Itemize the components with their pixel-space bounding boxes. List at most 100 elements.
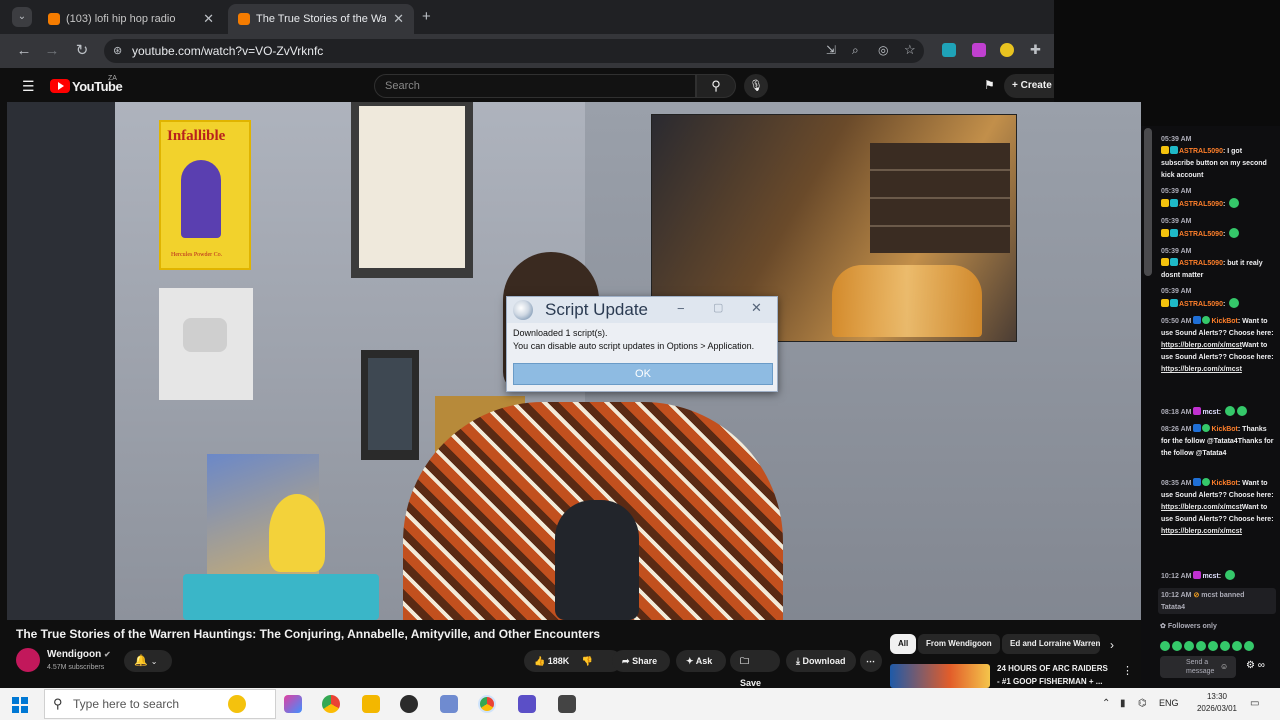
share-button[interactable]: ➦ Share (612, 650, 670, 672)
emote-bar[interactable] (1160, 636, 1276, 651)
chat-username[interactable]: KickBot (1211, 318, 1237, 325)
chat-settings-icon[interactable]: ⚙ ∞ (1246, 660, 1265, 671)
chat-username[interactable]: ASTRAL5090 (1179, 231, 1223, 238)
chat-username[interactable]: ASTRAL5090 (1179, 148, 1223, 155)
thumbs-down-icon[interactable]: 👎 (582, 656, 593, 666)
chat-link[interactable]: https://blerp.com/x/mcst (1161, 528, 1242, 535)
poster-figure (181, 160, 221, 238)
input-language[interactable]: ENG (1159, 698, 1179, 708)
chat-link[interactable]: https://blerp.com/x/mcst (1161, 504, 1242, 511)
create-button[interactable]: + Create (1004, 74, 1054, 98)
notifications-icon[interactable]: ▭ (1250, 698, 1259, 709)
usb-icon[interactable]: ▮ (1120, 698, 1126, 709)
network-icon[interactable]: ⌬ (1138, 698, 1147, 709)
teams-icon[interactable] (518, 695, 536, 713)
extension-icon[interactable] (1000, 43, 1014, 57)
eye-off-icon[interactable]: ◎ (878, 43, 888, 57)
emote-icon[interactable] (1196, 641, 1206, 651)
more-actions-icon[interactable]: ⋯ (860, 650, 882, 672)
chat-scrollbar[interactable] (1144, 128, 1152, 276)
chat-username[interactable]: mcst (1202, 573, 1218, 580)
reload-icon[interactable]: ↻ (72, 41, 92, 61)
more-options-icon[interactable]: ⋮ (1122, 664, 1133, 677)
close-icon[interactable]: ✕ (751, 300, 762, 316)
script-update-dialog: Script Update − ▢ ✕ Downloaded 1 script(… (506, 296, 778, 392)
emote-icon[interactable] (1244, 641, 1254, 651)
extension-icon[interactable] (972, 43, 986, 57)
address-bar[interactable]: ⊛ youtube.com/watch?v=VO-ZvVrknfc (104, 39, 924, 63)
extensions-puzzle-icon[interactable]: ✚ (1030, 42, 1041, 58)
copilot-sparkle-icon[interactable] (228, 695, 246, 713)
emote-icon[interactable] (1160, 641, 1170, 651)
search-input[interactable]: Search (374, 74, 696, 98)
chat-username[interactable]: ASTRAL5090 (1179, 301, 1223, 308)
menu-icon[interactable]: ☰ (22, 78, 35, 95)
chip-all[interactable]: All (890, 634, 917, 654)
recommendation-title[interactable]: 24 HOURS OF ARC RAIDERS (997, 664, 1108, 673)
zoom-icon[interactable]: ⌕ (852, 43, 859, 58)
youtube-logo-icon[interactable] (50, 79, 70, 93)
app-icon[interactable] (440, 695, 458, 713)
clock[interactable]: 13:30 2026/03/01 (1192, 691, 1242, 715)
forward-icon[interactable]: → (42, 41, 62, 61)
sub-badge-icon (1170, 199, 1178, 207)
emote-icon[interactable] (1184, 641, 1194, 651)
bot-badge-icon (1193, 316, 1202, 324)
save-button[interactable]: 🗀 Save (730, 650, 780, 688)
ask-button[interactable]: ✦ Ask (676, 650, 726, 672)
microphone (555, 500, 639, 620)
chat-username[interactable]: KickBot (1211, 426, 1237, 433)
followers-only-notice: ✿ Followers only (1160, 622, 1217, 630)
ok-button[interactable]: OK (513, 363, 773, 385)
chat-username[interactable]: mcst (1202, 409, 1218, 416)
close-tab-icon[interactable]: ✕ (393, 11, 404, 27)
search-icon[interactable]: ⚲ (696, 74, 736, 98)
bookmark-star-icon[interactable]: ☆ (904, 42, 916, 58)
back-icon[interactable]: ← (14, 41, 34, 61)
obs-icon[interactable] (400, 695, 418, 713)
emote-icon[interactable] (1172, 641, 1182, 651)
site-info-icon[interactable]: ⊛ (113, 39, 122, 63)
chip-from-wendigoon[interactable]: From Wendigoon (918, 634, 1000, 654)
chrome-icon[interactable] (322, 695, 340, 713)
extension-icon[interactable] (942, 43, 956, 57)
app-icon[interactable] (558, 695, 576, 713)
recommendation-title[interactable]: - #1 GOOP FISHERMAN + ... (997, 677, 1102, 686)
maximize-icon[interactable]: ▢ (713, 301, 723, 314)
close-tab-icon[interactable]: ✕ (203, 11, 214, 27)
new-tab-button[interactable]: + (422, 8, 431, 25)
channel-name[interactable]: Wendigoon ✔ (47, 649, 111, 660)
emoji-icon[interactable]: ☺ (1220, 662, 1228, 671)
sub-badge-icon (1170, 299, 1178, 307)
tab-search-button[interactable]: ⌄ (12, 7, 32, 27)
chat-username[interactable]: ASTRAL5090 (1179, 260, 1223, 267)
chevron-up-icon[interactable]: ⌃ (1102, 698, 1110, 709)
mic-icon[interactable]: 🎙 (744, 74, 768, 98)
emote-icon[interactable] (1208, 641, 1218, 651)
chat-username[interactable]: KickBot (1211, 480, 1237, 487)
windows-start-icon[interactable] (12, 697, 28, 713)
chat-link[interactable]: https://blerp.com/x/mcst (1161, 366, 1242, 373)
like-button[interactable]: 👍 188K 👎 (524, 650, 622, 672)
copilot-icon[interactable] (284, 695, 302, 713)
tab-lofi[interactable]: (103) lofi hip hop radio ✕ (38, 4, 224, 34)
download-button[interactable]: ⤓ Download (786, 650, 856, 672)
avatar[interactable] (16, 648, 40, 672)
tab-warren[interactable]: The True Stories of the Warr ✕ (228, 4, 414, 34)
notification-bell-button[interactable]: 🔔 ⌄ (124, 650, 172, 672)
chip-ed-lorraine[interactable]: Ed and Lorraine Warren (1002, 634, 1100, 654)
chat-link[interactable]: https://blerp.com/x/mcst (1161, 342, 1242, 349)
chat-username[interactable]: ASTRAL5090 (1179, 201, 1223, 208)
chrome-active-icon[interactable] (478, 695, 496, 713)
mic-badge-icon (1193, 571, 1202, 579)
install-icon[interactable]: ⇲ (826, 43, 836, 57)
file-explorer-icon[interactable] (362, 695, 380, 713)
crown-badge-icon (1161, 299, 1169, 307)
emote-icon[interactable] (1220, 641, 1230, 651)
recommendation-thumbnail[interactable] (890, 664, 990, 688)
minimize-icon[interactable]: − (677, 301, 685, 316)
clock-date: 2026/03/01 (1196, 704, 1238, 713)
chevron-right-icon[interactable]: › (1110, 638, 1114, 652)
cast-icon[interactable]: ⚑ (984, 78, 995, 92)
emote-icon[interactable] (1232, 641, 1242, 651)
